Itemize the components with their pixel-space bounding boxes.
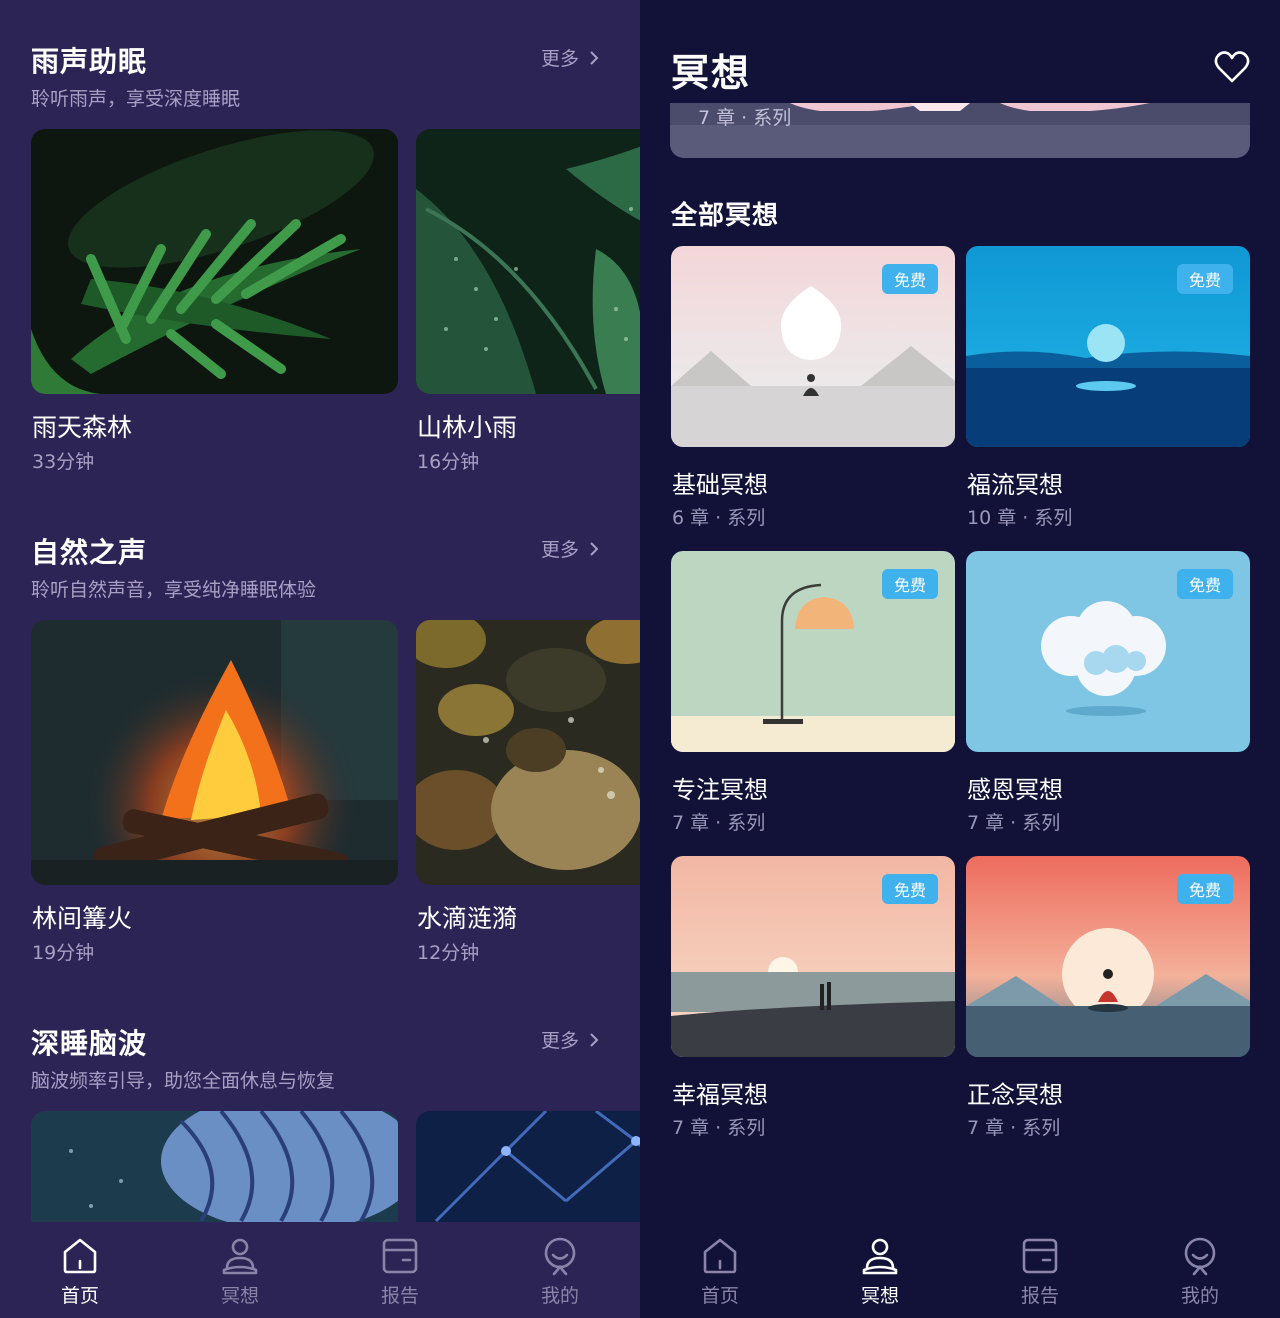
section-subtitle: 聆听雨声，享受深度睡眠 [31, 88, 241, 110]
tab-profile[interactable]: 我的 [500, 1222, 620, 1318]
card-title: 基础冥想 [672, 471, 768, 499]
tab-meditation[interactable]: 冥想 [820, 1222, 940, 1318]
meditation-icon [222, 1238, 258, 1275]
bottom-tab-bar: 首页 冥想 报告 我的 [640, 1222, 1280, 1318]
card-title: 水滴涟漪 [417, 904, 518, 933]
card-meta: 6 章 · 系列 [672, 507, 766, 529]
tab-profile[interactable]: 我的 [1140, 1222, 1260, 1318]
free-badge: 免费 [882, 874, 938, 904]
free-badge: 免费 [882, 264, 938, 294]
tab-home[interactable]: 首页 [20, 1222, 140, 1318]
free-badge: 免费 [1177, 569, 1233, 599]
card-title: 专注冥想 [672, 776, 768, 804]
card-title: 感恩冥想 [967, 776, 1063, 804]
free-badge: 免费 [1177, 874, 1233, 904]
home-icon [703, 1238, 737, 1274]
chevron-right-icon [590, 541, 599, 556]
banner-meta: 7 章 · 系列 [698, 107, 792, 129]
more-link[interactable]: 更多 [541, 44, 599, 71]
card-title: 林间篝火 [32, 904, 133, 933]
tab-meditation[interactable]: 冥想 [180, 1222, 300, 1318]
tab-label: 冥想 [860, 1285, 899, 1307]
heart-icon[interactable] [1214, 50, 1250, 84]
tab-report[interactable]: 报告 [980, 1222, 1100, 1318]
card-duration: 16分钟 [417, 451, 480, 473]
card-meta: 7 章 · 系列 [967, 1117, 1061, 1139]
section-subtitle: 聆听自然声音，享受纯净睡眠体验 [31, 579, 317, 601]
free-badge: 免费 [1177, 264, 1233, 294]
more-link[interactable]: 更多 [541, 1026, 599, 1053]
tab-home[interactable]: 首页 [660, 1222, 780, 1318]
tab-label: 首页 [60, 1285, 99, 1307]
card-title: 福流冥想 [967, 471, 1063, 499]
report-icon [382, 1238, 418, 1274]
card-meta: 7 章 · 系列 [967, 812, 1061, 834]
card-duration: 33分钟 [32, 451, 95, 473]
rain-forest-image [31, 129, 398, 394]
card-meta: 7 章 · 系列 [672, 1117, 766, 1139]
card-meta: 7 章 · 系列 [672, 812, 766, 834]
water-drops-image [416, 620, 640, 885]
bottom-tab-bar: 首页 冥想 报告 我的 [0, 1222, 640, 1318]
section-title: 雨声助眠 [31, 45, 148, 78]
chevron-right-icon [590, 50, 599, 65]
card-duration: 19分钟 [32, 942, 95, 964]
section-title: 全部冥想 [671, 201, 780, 231]
profile-icon [1184, 1237, 1216, 1276]
sleep-sounds-screen: 雨声助眠 聆听雨声，享受深度睡眠 更多 雨天森林 33分钟 山林小雨 16分钟 … [0, 0, 640, 1318]
tab-label: 报告 [1020, 1285, 1059, 1307]
more-label: 更多 [541, 48, 580, 70]
free-badge: 免费 [882, 569, 938, 599]
page-title: 冥想 [671, 51, 752, 95]
card-title: 幸福冥想 [672, 1081, 768, 1109]
report-icon [1022, 1238, 1058, 1274]
tab-label: 我的 [540, 1285, 579, 1307]
campfire-image [31, 620, 398, 885]
tab-label: 报告 [380, 1285, 419, 1307]
section-title: 深睡脑波 [31, 1027, 148, 1060]
card-meta: 10 章 · 系列 [967, 507, 1073, 529]
home-icon [63, 1238, 97, 1274]
tab-label: 冥想 [220, 1285, 259, 1307]
tab-label: 我的 [1180, 1285, 1219, 1307]
tab-report[interactable]: 报告 [340, 1222, 460, 1318]
meditation-screen: 7 章 · 系列 冥想 全部冥想 免费 基础冥想 6 章 · 系列 免费 福流冥… [640, 0, 1280, 1318]
card-title: 山林小雨 [417, 413, 518, 442]
section-subtitle: 脑波频率引导，助您全面休息与恢复 [31, 1070, 336, 1092]
more-link[interactable]: 更多 [541, 535, 599, 562]
section-title: 自然之声 [31, 536, 148, 569]
chevron-right-icon [590, 1032, 599, 1047]
card-title: 正念冥想 [967, 1081, 1063, 1109]
card-duration: 12分钟 [417, 942, 480, 964]
more-label: 更多 [541, 539, 580, 561]
more-label: 更多 [541, 1030, 580, 1052]
tab-label: 首页 [700, 1285, 739, 1307]
meditation-icon [862, 1238, 898, 1275]
mountain-rain-image [416, 129, 640, 394]
card-title: 雨天森林 [32, 413, 133, 442]
profile-icon [544, 1237, 576, 1276]
